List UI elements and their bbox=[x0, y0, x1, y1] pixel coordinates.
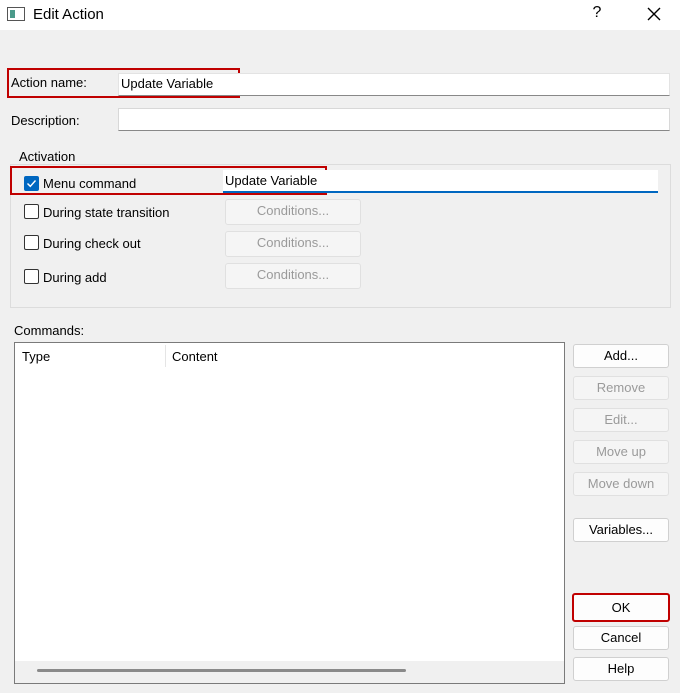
activation-group-label: Activation bbox=[19, 149, 76, 164]
horizontal-scrollbar[interactable] bbox=[15, 661, 564, 683]
app-icon bbox=[7, 7, 25, 21]
state-transition-checkbox[interactable] bbox=[24, 204, 39, 219]
scrollbar-thumb[interactable] bbox=[37, 669, 406, 672]
menu-command-field[interactable]: Update Variable bbox=[223, 170, 658, 193]
help-title-button[interactable]: ? bbox=[588, 4, 606, 26]
window-title: Edit Action bbox=[33, 6, 104, 23]
move-down-button[interactable]: Move down bbox=[573, 472, 669, 496]
description-field[interactable] bbox=[118, 108, 670, 131]
edit-button[interactable]: Edit... bbox=[573, 408, 669, 432]
close-button[interactable] bbox=[641, 2, 667, 26]
cancel-button[interactable]: Cancel bbox=[573, 626, 669, 650]
commands-label: Commands: bbox=[14, 323, 85, 338]
check-out-label: During check out bbox=[43, 236, 141, 251]
move-up-button[interactable]: Move up bbox=[573, 440, 669, 464]
state-transition-label: During state transition bbox=[43, 205, 170, 220]
column-header-type[interactable]: Type bbox=[22, 349, 50, 364]
action-name-label: Action name: bbox=[11, 75, 87, 90]
action-name-field[interactable]: Update Variable bbox=[118, 73, 670, 96]
checkmark-icon bbox=[27, 180, 37, 188]
check-out-conditions-button[interactable]: Conditions... bbox=[225, 231, 361, 257]
menu-command-label: Menu command bbox=[43, 176, 137, 191]
ok-button[interactable]: OK bbox=[572, 593, 670, 622]
add-button[interactable]: Add... bbox=[573, 344, 669, 368]
add-label: During add bbox=[43, 270, 107, 285]
remove-button[interactable]: Remove bbox=[573, 376, 669, 400]
description-label: Description: bbox=[11, 113, 80, 128]
column-header-content[interactable]: Content bbox=[172, 349, 218, 364]
check-out-checkbox[interactable] bbox=[24, 235, 39, 250]
state-transition-conditions-button[interactable]: Conditions... bbox=[225, 199, 361, 225]
add-checkbox[interactable] bbox=[24, 269, 39, 284]
menu-command-checkbox[interactable] bbox=[24, 176, 39, 191]
close-icon bbox=[647, 7, 661, 21]
commands-list[interactable]: Type Content bbox=[14, 342, 565, 684]
variables-button[interactable]: Variables... bbox=[573, 518, 669, 542]
menu-command-value: Update Variable bbox=[225, 173, 318, 188]
help-button[interactable]: Help bbox=[573, 657, 669, 681]
add-conditions-button[interactable]: Conditions... bbox=[225, 263, 361, 289]
column-separator[interactable] bbox=[165, 345, 166, 367]
